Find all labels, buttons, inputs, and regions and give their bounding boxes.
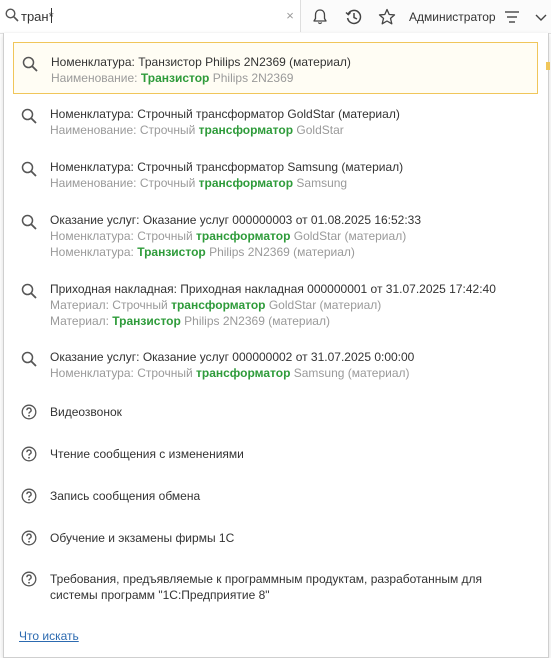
match-highlight: трансформатор <box>198 176 294 190</box>
search-result-item[interactable]: Номенклатура: Строчный трансформатор Gol… <box>13 106 538 140</box>
search-result-item[interactable]: Номенклатура: Строчный трансформатор Sam… <box>13 159 538 193</box>
clear-search-button[interactable]: × <box>283 9 297 23</box>
result-detail: Наименование: Строчный трансформатор Gol… <box>50 123 344 137</box>
global-search-input[interactable] <box>21 6 271 26</box>
search-results-dropdown: Номенклатура: Транзистор Philips 2N2369 … <box>3 33 549 658</box>
result-title: Приходная накладная: Приходная накладная… <box>50 282 496 296</box>
help-result-title: Запись сообщения обмена <box>50 489 201 503</box>
chevron-down-icon[interactable] <box>534 8 548 29</box>
help-result-title: Видеозвонок <box>50 405 122 419</box>
search-result-item[interactable]: Приходная накладная: Приходная накладная… <box>13 281 538 331</box>
match-highlight: трансформатор <box>198 123 294 137</box>
help-result-item[interactable]: Требования, предъявляемые к программным … <box>13 571 538 605</box>
result-detail: Номенклатура: Строчный трансформатор Sam… <box>50 366 410 380</box>
scroll-marker <box>546 62 550 70</box>
history-icon[interactable] <box>344 7 364 27</box>
result-detail: Материал: Строчный трансформатор GoldSta… <box>50 298 382 312</box>
result-detail: Номенклатура: Строчный трансформатор Gol… <box>50 229 407 243</box>
match-highlight: Транзистор <box>137 245 206 259</box>
match-highlight: трансформатор <box>196 366 291 380</box>
help-result-item[interactable]: Видеозвонок <box>13 404 538 422</box>
what-to-search-link[interactable]: Что искать <box>19 629 79 643</box>
search-icon <box>22 56 38 75</box>
result-title: Номенклатура: Транзистор Philips 2N2369 … <box>51 55 351 69</box>
help-icon <box>21 571 37 590</box>
match-highlight: Транзистор <box>112 314 181 328</box>
search-icon <box>21 161 37 180</box>
search-result-item[interactable]: Номенклатура: Транзистор Philips 2N2369 … <box>13 42 538 94</box>
help-result-item[interactable]: Чтение сообщения с изменениями <box>13 446 538 464</box>
bell-icon[interactable] <box>310 7 330 27</box>
help-result-title: Чтение сообщения с изменениями <box>50 447 244 461</box>
search-icon <box>5 8 19 25</box>
help-icon <box>21 530 37 549</box>
text-caret <box>51 8 52 23</box>
help-result-title: Требования, предъявляемые к программным … <box>50 572 483 586</box>
result-detail: Наименование: Строчный трансформатор Sam… <box>50 176 348 190</box>
search-icon <box>21 283 37 302</box>
help-icon <box>21 404 37 423</box>
result-title: Оказание услуг: Оказание услуг 000000003… <box>50 213 422 227</box>
help-result-item[interactable]: Запись сообщения обмена <box>13 488 538 506</box>
help-icon <box>21 488 37 507</box>
result-title: Номенклатура: Строчный трансформатор Gol… <box>50 107 400 121</box>
search-result-item[interactable]: Оказание услуг: Оказание услуг 000000002… <box>13 349 538 383</box>
star-icon[interactable] <box>377 7 397 27</box>
help-result-title: Обучение и экзамены фирмы 1С <box>50 531 235 545</box>
match-highlight: трансформатор <box>196 229 291 243</box>
search-icon <box>21 108 37 127</box>
match-highlight: Транзистор <box>140 71 210 85</box>
help-result-item[interactable]: Обучение и экзамены фирмы 1С <box>13 530 538 548</box>
result-title: Номенклатура: Строчный трансформатор Sam… <box>50 160 404 174</box>
result-title: Оказание услуг: Оказание услуг 000000002… <box>50 350 415 364</box>
global-search-box[interactable]: × <box>0 0 301 32</box>
result-detail: Наименование: Транзистор Philips 2N2369 <box>51 71 294 85</box>
search-result-item[interactable]: Оказание услуг: Оказание услуг 000000003… <box>13 212 538 262</box>
help-result-title: системы программ "1С:Предприятие 8" <box>50 588 270 602</box>
result-detail: Материал: Транзистор Philips 2N2369 (мат… <box>50 314 330 328</box>
help-icon <box>21 446 37 465</box>
user-name[interactable]: Администратор <box>409 10 496 24</box>
menu-icon[interactable] <box>503 8 521 29</box>
result-detail: Номенклатура: Транзистор Philips 2N2369 … <box>50 245 355 259</box>
search-icon <box>21 351 37 370</box>
search-icon <box>21 214 37 233</box>
top-bar: × Администратор <box>0 0 551 34</box>
match-highlight: трансформатор <box>171 298 266 312</box>
